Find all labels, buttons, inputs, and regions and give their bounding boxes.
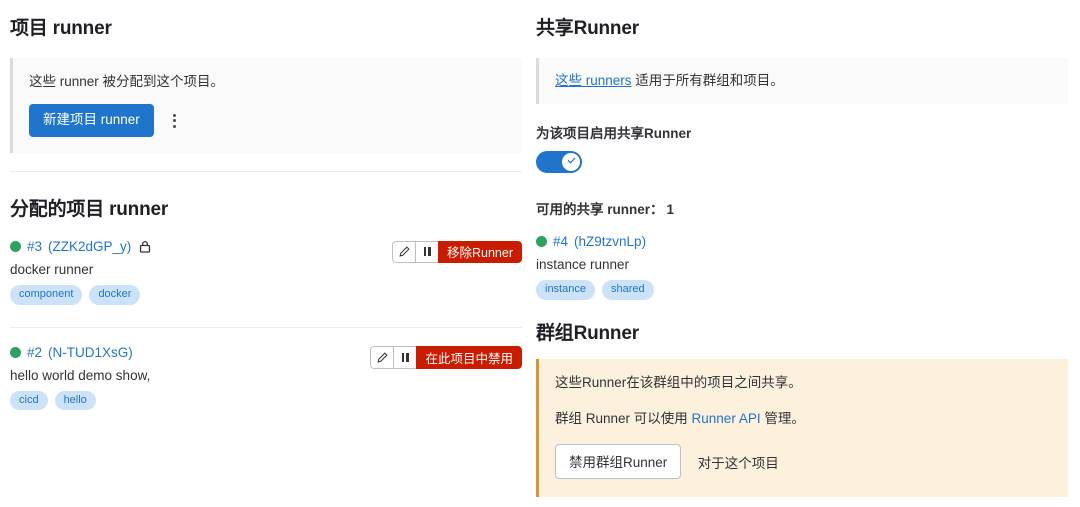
disable-group-runners-suffix: 对于这个项目: [697, 455, 779, 471]
ellipsis-vertical-icon[interactable]: [164, 108, 186, 134]
runner-tag: cicd: [10, 390, 48, 411]
runner-api-link[interactable]: Runner API: [692, 411, 761, 426]
runner-tag: instance: [536, 280, 595, 301]
enable-shared-runners-label: 为该项目启用共享Runner: [536, 126, 692, 142]
runner-token-link[interactable]: (N-TUD1XsG): [48, 345, 133, 360]
runner-header: #4 (hZ9tzvnLp): [536, 234, 1068, 249]
status-online-icon: [10, 240, 21, 252]
pause-runner-button[interactable]: [393, 345, 417, 369]
group-runners-alert: 这些Runner在该群组中的项目之间共享。 群组 Runner 可以使用 Run…: [536, 359, 1068, 498]
runner-tags: cicd hello: [10, 390, 522, 411]
project-runners-info-text: 这些 runner 被分配到这个项目。: [29, 74, 225, 89]
group-runners-alert-line1: 这些Runner在该群组中的项目之间共享。: [555, 375, 802, 391]
shared-runners-info-panel: 这些 runners 适用于所有群组和项目。: [536, 58, 1068, 105]
pencil-icon: [398, 246, 410, 257]
status-online-icon: [10, 346, 21, 358]
edit-runner-button[interactable]: [370, 345, 394, 369]
project-runners-column: 项目 runner 这些 runner 被分配到这个项目。 新建项目 runne…: [0, 0, 532, 507]
edit-runner-button[interactable]: [392, 240, 415, 263]
runner-description: docker runner: [10, 261, 94, 277]
pause-runner-button[interactable]: [415, 240, 438, 263]
disable-group-runners-button[interactable]: 禁用群组Runner: [555, 444, 682, 480]
remove-runner-button[interactable]: 移除Runner: [438, 240, 522, 263]
group-runners-alert-line2: 群组 Runner 可以使用 Runner API 管理。: [555, 409, 1052, 429]
runners-settings-page: 项目 runner 这些 runner 被分配到这个项目。 新建项目 runne…: [0, 0, 1080, 507]
lock-icon: [139, 240, 151, 253]
runner-token-link[interactable]: (ZZK2dGP_y): [48, 239, 131, 254]
runner-divider: [10, 326, 522, 328]
shared-runners-info-rest: 适用于所有群组和项目。: [631, 73, 784, 88]
section-divider: [10, 170, 522, 172]
runner-id-link[interactable]: #3: [27, 239, 42, 254]
new-project-runner-button[interactable]: 新建项目 runner: [29, 104, 154, 137]
disable-group-runners-row: 禁用群组Runner 对于这个项目: [555, 444, 1052, 480]
runner-tag: shared: [601, 280, 654, 301]
runner-list-item: #2 (N-TUD1XsG) hello world demo show, ci…: [10, 345, 522, 411]
shared-runners-doc-link[interactable]: 这些 runners: [555, 73, 632, 88]
shared-runners-info-text: 这些 runners 适用于所有群组和项目。: [555, 71, 1052, 91]
runner-tags: component docker: [10, 284, 522, 305]
enable-shared-runners-toggle[interactable]: [536, 151, 582, 174]
toggle-knob: [562, 153, 580, 172]
project-runners-info-panel: 这些 runner 被分配到这个项目。 新建项目 runner: [10, 58, 522, 153]
available-shared-runners-count: 1: [666, 202, 675, 218]
runner-id-link[interactable]: #4: [553, 234, 568, 249]
runner-list-item: #3 (ZZK2dGP_y) docker runner component d…: [10, 239, 522, 305]
status-online-icon: [536, 236, 547, 248]
shared-runner-list-item: #4 (hZ9tzvnLp) instance runner instance …: [536, 234, 1068, 301]
runner-tag: docker: [89, 284, 141, 305]
runner-token-link[interactable]: (hZ9tzvnLp): [574, 234, 646, 249]
pause-icon: [401, 352, 409, 362]
group-alert-suffix: 管理。: [760, 410, 805, 426]
runner-actions: 在此项目中禁用: [370, 345, 522, 369]
shared-runners-column: 共享Runner 这些 runners 适用于所有群组和项目。 为该项目启用共享…: [532, 0, 1080, 507]
group-runners-title: 群组Runner: [536, 323, 639, 345]
available-shared-runners-row: 可用的共享 runner： 1: [536, 198, 1068, 219]
runner-tag: component: [10, 284, 83, 305]
runner-description: instance runner: [536, 257, 630, 273]
assigned-project-runners-title: 分配的项目 runner: [10, 198, 169, 220]
runner-tags: instance shared: [536, 280, 1068, 301]
runner-tag: hello: [54, 390, 96, 411]
disable-runner-in-project-button[interactable]: 在此项目中禁用: [416, 345, 522, 369]
available-shared-runners-label: 可用的共享 runner：: [536, 202, 664, 218]
check-icon: [566, 153, 577, 171]
group-alert-prefix: 群组 Runner 可以使用: [555, 410, 692, 426]
pause-icon: [423, 247, 431, 257]
runner-actions: 移除Runner: [392, 240, 522, 263]
runner-id-link[interactable]: #2: [27, 345, 42, 360]
project-runners-title: 项目 runner: [10, 18, 112, 39]
runner-description: hello world demo show,: [10, 367, 151, 383]
shared-runners-title: 共享Runner: [536, 18, 639, 39]
pencil-icon: [377, 352, 388, 363]
